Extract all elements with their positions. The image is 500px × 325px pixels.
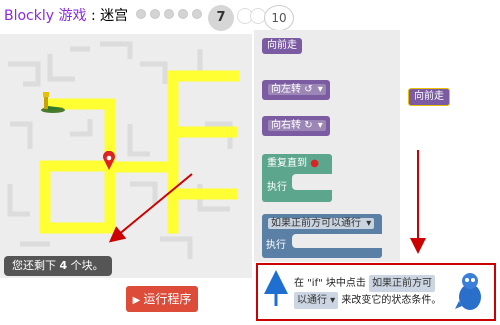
app-name-link[interactable]: Blockly 游戏	[4, 8, 87, 24]
if-path-block[interactable]: 如果正前方可以通行 ▾ 执行	[262, 214, 382, 258]
dropdown-arrow-icon: ▾	[317, 120, 323, 131]
hint-text-segment: "if"	[307, 278, 323, 289]
turn-right-block[interactable]: 向右转 ↻ ▾	[262, 116, 330, 136]
if-path-label: 如果正前方可以通行	[271, 218, 361, 229]
current-level-indicator[interactable]: 7	[208, 5, 234, 31]
hint-bubble: 在 "if" 块中点击 如果正前方可 以通行 ▾ 来改变它的状态条件。	[256, 263, 496, 321]
level-10-indicator[interactable]: 10	[264, 5, 294, 31]
pegman-helper-icon	[455, 273, 481, 310]
move-forward-block[interactable]: 向前走	[262, 38, 302, 54]
level-2-dot[interactable]	[150, 9, 160, 19]
hint-text-segment: 在	[294, 278, 304, 289]
level-5-dot[interactable]	[192, 9, 202, 19]
hint-block-chip: 如果正前方可	[369, 275, 436, 292]
block-toolbox: 向前走 向左转 ↺ ▾ 向右转 ↻ ▾ 重复直到 ● 执行 如果正前方可以通行 …	[254, 30, 400, 262]
goal-marker-small-icon: ●	[310, 158, 319, 169]
player-icon	[41, 92, 65, 113]
turn-right-label: 向右转	[271, 120, 301, 131]
hint-text-segment: 来改变它的状态条件。	[341, 295, 442, 306]
rotate-right-icon: ↻	[304, 120, 313, 131]
if-path-dropdown[interactable]: 如果正前方可以通行 ▾	[268, 218, 375, 229]
run-button-label: 运行程序	[143, 292, 192, 306]
page-title: Blockly 游戏 : 迷宫	[4, 5, 128, 25]
hint-text: 在 "if" 块中点击 如果正前方可 以通行 ▾ 来改变它的状态条件。	[294, 275, 441, 309]
play-icon: ▶	[132, 295, 141, 306]
rotate-left-icon: ↺	[304, 84, 313, 95]
repeat-until-block[interactable]: 重复直到 ● 执行	[262, 154, 332, 202]
repeat-statement-slot	[292, 174, 332, 190]
header-bar: Blockly 游戏 : 迷宫 7 10	[0, 0, 500, 31]
dropdown-arrow-icon: ▾	[366, 218, 372, 229]
repeat-until-header: 重复直到 ●	[267, 156, 327, 172]
hint-text-segment: 块中点击	[325, 278, 366, 289]
game-name: 迷宫	[100, 8, 129, 24]
turn-left-dropdown[interactable]: 向左转 ↺ ▾	[268, 84, 326, 95]
level-1-dot[interactable]	[136, 9, 146, 19]
run-program-button[interactable]: ▶ 运行程序	[126, 286, 198, 312]
blocks-left-count: 4	[59, 259, 68, 272]
hint-line-2: 以通行 ▾ 来改变它的状态条件。	[294, 292, 441, 309]
maze-area	[0, 34, 252, 278]
workspace-block-label: 向前走	[414, 91, 444, 102]
title-separator: :	[86, 8, 101, 24]
blocks-left-suffix: 个块。	[70, 259, 104, 272]
move-forward-label: 向前走	[267, 40, 297, 51]
dropdown-arrow-icon: ▾	[317, 84, 323, 95]
hint-block-chip: 以通行 ▾	[294, 292, 339, 309]
if-path-header: 如果正前方可以通行 ▾	[266, 216, 378, 232]
repeat-until-label: 重复直到	[267, 158, 307, 169]
hint-line-1: 在 "if" 块中点击 如果正前方可	[294, 275, 441, 292]
workspace-move-forward-block[interactable]: 向前走	[408, 88, 450, 106]
hint-chip-label: 以通行	[297, 295, 327, 306]
level-4-dot[interactable]	[178, 9, 188, 19]
code-workspace[interactable]: 向前走	[400, 30, 500, 262]
blocks-left-prefix: 您还剩下	[12, 259, 56, 272]
turn-left-label: 向左转	[271, 84, 301, 95]
if-statement-slot	[292, 234, 382, 248]
maze-canvas	[7, 41, 240, 259]
level-3-dot[interactable]	[164, 9, 174, 19]
blocks-remaining-notice: 您还剩下 4 个块。	[4, 256, 112, 276]
goal-marker-icon	[103, 151, 115, 170]
turn-left-block[interactable]: 向左转 ↺ ▾	[262, 80, 330, 100]
turn-right-dropdown[interactable]: 向右转 ↻ ▾	[268, 120, 326, 131]
